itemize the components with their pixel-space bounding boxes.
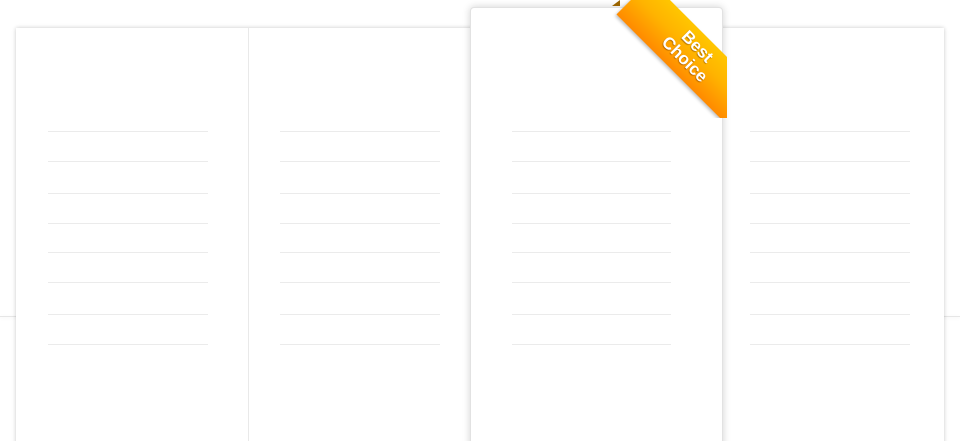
row-divider: [512, 223, 671, 224]
row-divider: [750, 252, 910, 253]
row-divider: [280, 131, 440, 132]
row-divider: [280, 344, 440, 345]
pricing-column-2: [249, 28, 470, 441]
row-divider: [750, 161, 910, 162]
row-divider: [48, 252, 208, 253]
row-divider: [750, 344, 910, 345]
row-divider: [48, 282, 208, 283]
row-divider: [512, 161, 671, 162]
row-divider: [48, 223, 208, 224]
row-divider: [750, 223, 910, 224]
pricing-table-stage: Best Choice: [0, 0, 960, 441]
row-divider: [512, 282, 671, 283]
pricing-column-1: [16, 28, 248, 441]
best-choice-ribbon: Best Choice: [612, 0, 727, 118]
row-divider: [750, 131, 910, 132]
row-divider: [750, 282, 910, 283]
pricing-column-4: [722, 28, 944, 441]
row-divider: [280, 161, 440, 162]
row-divider: [750, 314, 910, 315]
row-divider: [48, 131, 208, 132]
row-divider: [280, 282, 440, 283]
row-divider: [512, 344, 671, 345]
row-divider: [280, 193, 440, 194]
row-divider: [280, 223, 440, 224]
ribbon-banner: Best Choice: [616, 0, 727, 118]
row-divider: [48, 193, 208, 194]
row-divider: [512, 314, 671, 315]
row-divider: [48, 161, 208, 162]
row-divider: [750, 193, 910, 194]
row-divider: [512, 252, 671, 253]
row-divider: [280, 314, 440, 315]
row-divider: [48, 344, 208, 345]
row-divider: [48, 314, 208, 315]
row-divider: [512, 193, 671, 194]
row-divider: [512, 131, 671, 132]
row-divider: [280, 252, 440, 253]
ribbon-fold: [612, 0, 620, 6]
